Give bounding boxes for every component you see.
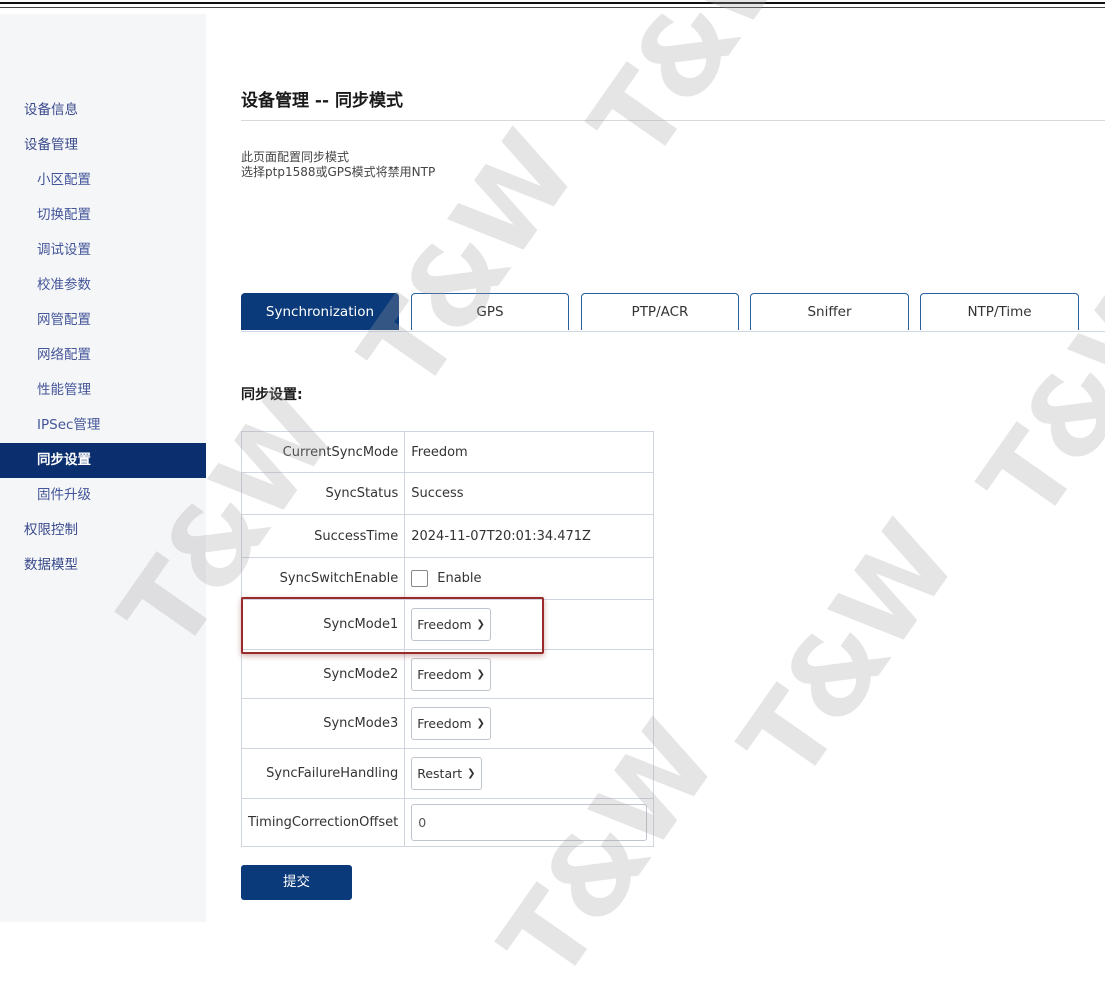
sidebar-item-network-config[interactable]: 网络配置	[0, 338, 206, 373]
sidebar-item-nms-config[interactable]: 网管配置	[0, 303, 206, 338]
sync-switch-enable-cell: Enable	[404, 557, 655, 600]
sidebar-item-data-model[interactable]: 数据模型	[0, 548, 206, 583]
sidebar-item-debug-settings[interactable]: 调试设置	[0, 233, 206, 268]
sidebar-item-performance[interactable]: 性能管理	[0, 373, 206, 408]
sidebar-item-sync-settings[interactable]: 同步设置	[0, 443, 206, 478]
table-row: SyncMode3 Freedom ❯	[240, 698, 655, 749]
sidebar-item-calibration[interactable]: 校准参数	[0, 268, 206, 303]
sync-mode2-select[interactable]: Freedom ❯	[411, 657, 491, 691]
timing-correction-offset-cell: 0	[404, 798, 655, 847]
sidebar: 设备信息 设备管理 小区配置 切换配置 调试设置 校准参数 网管配置 网络配置 …	[0, 14, 206, 922]
title-divider	[241, 120, 1105, 121]
sync-mode2-selected: Freedom	[417, 666, 472, 682]
table-row: SyncFailureHandling Restart ❯	[240, 748, 655, 799]
current-sync-mode-value: Freedom	[404, 431, 655, 473]
main-content: 设备管理 -- 同步模式 此页面配置同步模式 选择ptp1588或GPS模式将禁…	[206, 14, 1105, 922]
tab-sniffer[interactable]: Sniffer	[750, 293, 909, 330]
success-time-label: SuccessTime	[240, 514, 406, 558]
sync-failure-handling-selected: Restart	[417, 766, 463, 781]
sync-mode3-label: SyncMode3	[240, 698, 406, 749]
sidebar-item-access-control[interactable]: 权限控制	[0, 513, 206, 548]
page-title: 设备管理 -- 同步模式	[241, 91, 403, 111]
tab-bar: Synchronization GPS PTP/ACR Sniffer NTP/…	[241, 293, 1105, 332]
sync-failure-handling-cell: Restart ❯	[404, 748, 655, 799]
sidebar-item-handover-config[interactable]: 切换配置	[0, 198, 206, 233]
table-row: TimingCorrectionOffset 0	[240, 798, 655, 847]
chevron-down-icon: ❯	[467, 768, 476, 779]
sync-failure-handling-label: SyncFailureHandling	[240, 748, 406, 799]
sync-status-label: SyncStatus	[240, 472, 406, 515]
sync-mode1-highlight-box	[241, 597, 544, 654]
sync-mode2-label: SyncMode2	[240, 649, 406, 699]
tab-synchronization[interactable]: Synchronization	[241, 293, 399, 330]
sync-mode3-cell: Freedom ❯	[404, 698, 655, 749]
chevron-down-icon: ❯	[476, 668, 485, 680]
timing-correction-offset-label: TimingCorrectionOffset	[240, 798, 406, 847]
description-line: 选择ptp1588或GPS模式将禁用NTP	[241, 165, 436, 179]
enable-checkbox-label: Enable	[437, 571, 482, 586]
sidebar-menu: 设备信息 设备管理 小区配置 切换配置 调试设置 校准参数 网管配置 网络配置 …	[0, 93, 206, 583]
sync-failure-handling-select[interactable]: Restart ❯	[411, 757, 482, 790]
table-row: SyncMode2 Freedom ❯	[240, 649, 655, 699]
table-row: SuccessTime 2024-11-07T20:01:34.471Z	[240, 514, 655, 558]
submit-button[interactable]: 提交	[241, 865, 352, 900]
top-border	[0, 2, 1105, 4]
sync-mode2-cell: Freedom ❯	[404, 649, 655, 699]
enable-checkbox[interactable]	[411, 570, 429, 587]
sidebar-item-device-management[interactable]: 设备管理	[0, 128, 206, 163]
sync-status-value: Success	[404, 472, 655, 515]
tab-gps[interactable]: GPS	[411, 293, 569, 330]
table-row: SyncStatus Success	[240, 472, 655, 515]
tab-ntp-time[interactable]: NTP/Time	[920, 293, 1079, 330]
table-row: SyncSwitchEnable Enable	[240, 557, 655, 600]
sidebar-item-device-info[interactable]: 设备信息	[0, 93, 206, 128]
sidebar-item-ipsec[interactable]: IPSec管理	[0, 408, 206, 443]
timing-correction-offset-input[interactable]: 0	[411, 804, 648, 841]
top-border-thin	[0, 7, 1105, 8]
sidebar-item-firmware-upgrade[interactable]: 固件升级	[0, 478, 206, 513]
sync-mode3-select[interactable]: Freedom ❯	[411, 707, 491, 740]
table-row: CurrentSyncMode Freedom	[240, 431, 655, 473]
sync-switch-enable-label: SyncSwitchEnable	[240, 557, 406, 600]
tab-divider	[241, 331, 1105, 332]
page-description: 此页面配置同步模式 选择ptp1588或GPS模式将禁用NTP	[241, 150, 435, 180]
success-time-value: 2024-11-07T20:01:34.471Z	[404, 514, 655, 558]
current-sync-mode-label: CurrentSyncMode	[240, 431, 406, 473]
sync-mode3-selected: Freedom	[417, 716, 472, 731]
chevron-down-icon: ❯	[476, 718, 485, 729]
section-label: 同步设置:	[241, 387, 303, 403]
description-line: 此页面配置同步模式	[241, 150, 350, 164]
tab-ptp-acr[interactable]: PTP/ACR	[581, 293, 739, 330]
sidebar-item-cell-config[interactable]: 小区配置	[0, 163, 206, 198]
